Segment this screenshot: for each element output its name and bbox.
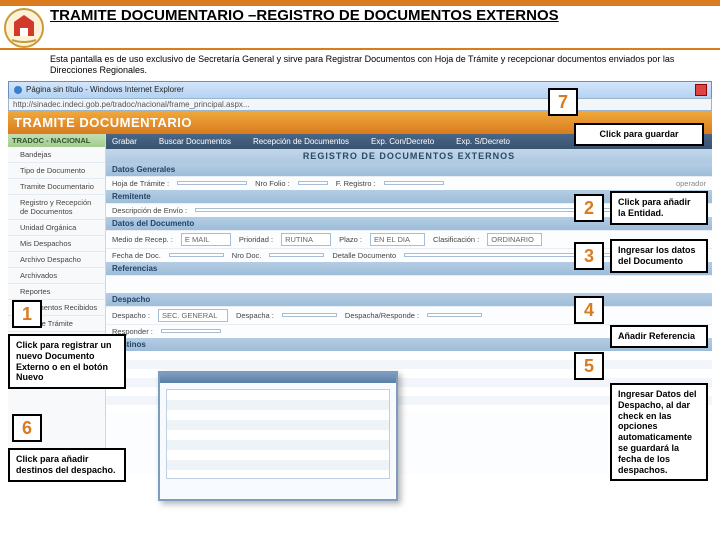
callout-4: 4 <box>574 296 604 324</box>
callout-6: 6 <box>12 414 42 442</box>
dialog-titlebar <box>160 373 396 383</box>
label-prioridad: Prioridad : <box>239 235 273 244</box>
label-despacho: Despacho : <box>112 311 150 320</box>
label-detalle: Detalle Documento <box>332 251 396 260</box>
sidebar-item[interactable]: Registro y Recepción de Documentos <box>8 195 105 220</box>
logo <box>4 8 44 48</box>
dialog-body <box>160 383 396 485</box>
callout-1: 1 <box>12 300 42 328</box>
fregistro-input[interactable] <box>384 181 444 185</box>
header: TRAMITE DOCUMENTARIO –REGISTRO DE DOCUME… <box>0 6 720 50</box>
callout-1-text: Click para registrar un nuevo Documento … <box>8 334 126 389</box>
callout-5-text: Ingresar Datos del Despacho, al dar chec… <box>610 383 708 481</box>
plazo-select[interactable]: EN EL DIA <box>370 233 425 246</box>
toolbar-recepcion[interactable]: Recepción de Documentos <box>253 137 349 146</box>
label-clasif: Clasificación : <box>433 235 479 244</box>
nrodoc-input[interactable] <box>269 253 324 257</box>
callout-3-text: Ingresar los datos del Documento <box>610 239 708 273</box>
sidebar-item[interactable]: Unidad Orgánica <box>8 220 105 236</box>
sidebar-item[interactable]: Reportes <box>8 284 105 300</box>
sidebar-header: TRADOC - NACIONAL <box>8 134 105 147</box>
title-block: TRAMITE DOCUMENTARIO –REGISTRO DE DOCUME… <box>44 8 712 25</box>
sidebar-item[interactable]: Archivados <box>8 268 105 284</box>
page-subtitle: Esta pantalla es de uso exclusivo de Sec… <box>0 50 720 81</box>
browser-titlebar: Página sin título - Windows Internet Exp… <box>9 82 711 98</box>
close-icon[interactable] <box>695 84 707 96</box>
hoja-input[interactable] <box>177 181 247 185</box>
label-plazo: Plazo : <box>339 235 362 244</box>
callout-4-text: Añadir Referencia <box>610 325 708 348</box>
callout-6-text: Click para añadir destinos del despacho. <box>8 448 126 482</box>
responde-input[interactable] <box>427 313 482 317</box>
fdoc-input[interactable] <box>169 253 224 257</box>
folio-input[interactable] <box>298 181 328 185</box>
label-desc-envio: Descripción de Envío : <box>112 206 187 215</box>
sidebar-item[interactable]: Mis Despachos <box>8 236 105 252</box>
popup-dialog[interactable] <box>158 371 398 501</box>
row-hoja-tramite: Hoja de Trámite : Nro Folio : F. Registr… <box>106 176 712 190</box>
label-medio: Medio de Recep. : <box>112 235 173 244</box>
label-responde: Despacha/Responde : <box>345 311 419 320</box>
browser-title: Página sin título - Windows Internet Exp… <box>26 85 184 94</box>
page-title: TRAMITE DOCUMENTARIO –REGISTRO DE DOCUME… <box>50 8 712 25</box>
callout-3: 3 <box>574 242 604 270</box>
medio-select[interactable]: E MAIL <box>181 233 231 246</box>
address-bar[interactable]: http://sinadec.indeci.gob.pe/tradoc/naci… <box>8 98 712 111</box>
callout-7-text: Click para guardar <box>574 123 704 146</box>
toolbar-buscar[interactable]: Buscar Documentos <box>159 137 231 146</box>
label-nrodoc: Nro Doc. <box>232 251 262 260</box>
label-despacha: Despacha : <box>236 311 274 320</box>
sidebar-item[interactable]: Bandejas <box>8 147 105 163</box>
toolbar-exp-con[interactable]: Exp. Con/Decreto <box>371 137 434 146</box>
sidebar-item[interactable]: Tramite Documentario <box>8 179 105 195</box>
user-label: operador <box>676 179 706 188</box>
toolbar-exp-sin[interactable]: Exp. S/Decreto <box>456 137 510 146</box>
label-fdoc: Fecha de Doc. <box>112 251 161 260</box>
label-fregistro: F. Registro : <box>336 179 376 188</box>
clasif-select[interactable]: ORDINARIO <box>487 233 542 246</box>
registry-title: REGISTRO DE DOCUMENTOS EXTERNOS <box>106 149 712 163</box>
sidebar-item[interactable]: Tipo de Documento <box>8 163 105 179</box>
sidebar-item[interactable]: Archivo Despacho <box>8 252 105 268</box>
toolbar-grabar[interactable]: Grabar <box>112 137 137 146</box>
responder-input[interactable] <box>161 329 221 333</box>
ie-icon <box>13 85 23 95</box>
dialog-grid[interactable] <box>166 389 390 479</box>
callout-2-text: Click para añadir la Entidad. <box>610 191 708 225</box>
label-folio: Nro Folio : <box>255 179 290 188</box>
prioridad-select[interactable]: RUTINA <box>281 233 331 246</box>
label-hoja: Hoja de Trámite : <box>112 179 169 188</box>
despacho-select[interactable]: SEC. GENERAL <box>158 309 228 322</box>
row-despacho: Despacho : SEC. GENERAL Despacha : Despa… <box>106 306 712 324</box>
section-despacho: Despacho <box>106 293 712 306</box>
callout-2: 2 <box>574 194 604 222</box>
despacha-input[interactable] <box>282 313 337 317</box>
callout-7: 7 <box>548 88 578 116</box>
callout-5: 5 <box>574 352 604 380</box>
section-datos-generales: Datos Generales <box>106 163 712 176</box>
row-referencias <box>106 275 712 293</box>
